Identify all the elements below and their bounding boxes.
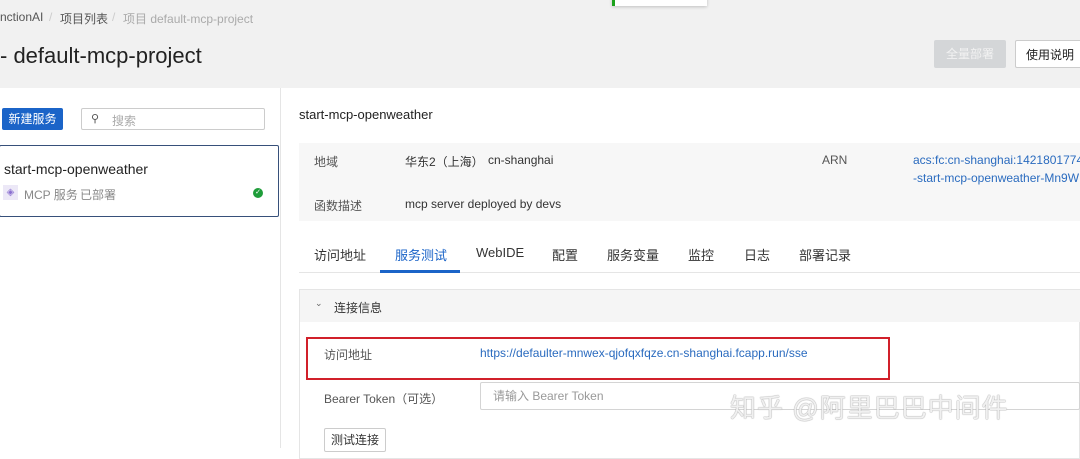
tab-service-test[interactable]: 服务测试: [395, 245, 447, 264]
usage-guide-button[interactable]: 使用说明: [1015, 40, 1080, 68]
breadcrumb-current: 项目 default-mcp-project: [123, 12, 254, 26]
arn-label: ARN: [822, 153, 848, 167]
region-code: cn-shanghai: [488, 153, 554, 167]
toast-notification: [612, 0, 707, 6]
url-label: 访问地址: [324, 348, 373, 362]
search-placeholder: 搜索: [112, 114, 137, 128]
page-title: - default-mcp-project: [0, 43, 202, 68]
tab-webide[interactable]: WebIDE: [476, 245, 524, 260]
tab-logs[interactable]: 日志: [744, 245, 770, 264]
new-service-button[interactable]: 新建服务: [2, 108, 63, 130]
tab-env-vars[interactable]: 服务变量: [607, 245, 659, 264]
breadcrumb-project-list[interactable]: 项目列表: [60, 10, 108, 27]
search-input[interactable]: ⚲ 搜索: [81, 108, 265, 130]
region-value: 华东2（上海）: [405, 155, 484, 169]
tab-access-url[interactable]: 访问地址: [314, 245, 366, 264]
breadcrumb-root[interactable]: nctionAI: [0, 10, 43, 24]
description-value: mcp server deployed by devs: [405, 197, 562, 211]
tab-deploy-history[interactable]: 部署记录: [799, 245, 851, 264]
breadcrumb-separator: /: [49, 10, 53, 24]
watermark: 知乎 @阿里巴巴中间件: [730, 393, 1009, 423]
service-list-item[interactable]: start-mcp-openweather ◈ MCP 服务 已部署 ✓: [0, 145, 279, 217]
success-check-icon: ✓: [253, 188, 263, 198]
arn-value[interactable]: acs:fc:cn-shanghai:14218017743: [913, 153, 1080, 167]
active-tab-indicator: [380, 270, 460, 273]
service-type: MCP 服务: [24, 188, 78, 202]
test-connection-button[interactable]: 测试连接: [324, 428, 386, 452]
tab-bar: 访问地址 服务测试 WebIDE 配置 服务变量 监控 日志 部署记录: [299, 240, 1080, 273]
endpoint-url[interactable]: https://defaulter-mnwex-qjofqxfqze.cn-sh…: [480, 346, 808, 360]
arn-value-line2[interactable]: -start-mcp-openweather-Mn9W: [913, 171, 1079, 185]
tab-config[interactable]: 配置: [552, 245, 578, 264]
detail-title: start-mcp-openweather: [299, 107, 433, 122]
search-icon: ⚲: [91, 113, 100, 125]
region-label: 地域: [314, 155, 339, 169]
service-name: start-mcp-openweather: [4, 161, 148, 177]
tab-monitoring[interactable]: 监控: [688, 245, 714, 264]
section-title: 连接信息: [334, 301, 383, 315]
chevron-down-icon: ⌄: [315, 298, 323, 308]
service-status: 已部署: [80, 188, 117, 202]
deploy-all-button[interactable]: 全量部署: [934, 40, 1006, 68]
breadcrumb-separator: /: [112, 10, 116, 24]
token-label: Bearer Token（可选）: [324, 392, 444, 406]
connection-panel-header[interactable]: ⌄ 连接信息: [300, 290, 1080, 322]
description-label: 函数描述: [314, 199, 363, 213]
service-sidebar: [0, 88, 281, 448]
mcp-icon: ◈: [3, 185, 18, 200]
